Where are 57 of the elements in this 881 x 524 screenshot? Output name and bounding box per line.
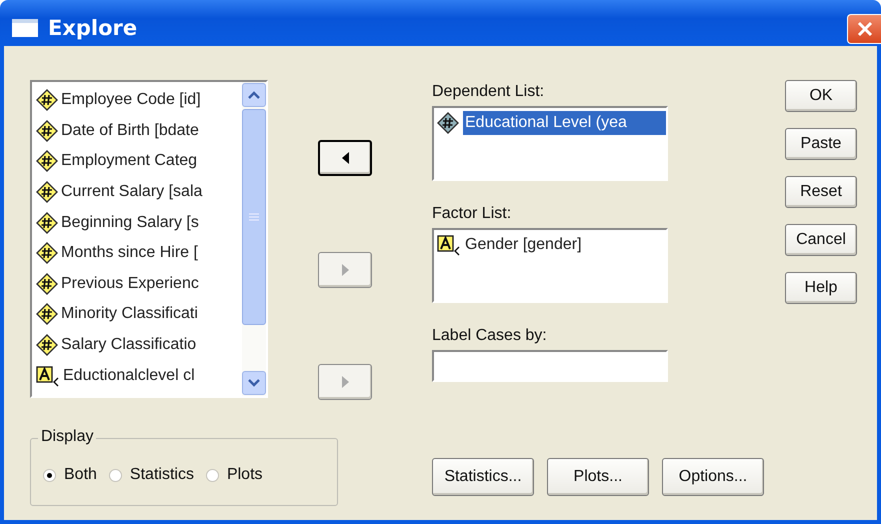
scroll-down-button[interactable] xyxy=(242,371,266,395)
scale-variable-icon xyxy=(36,212,58,234)
target-list[interactable]: Educational Level (yea xyxy=(432,106,668,181)
list-label: Dependent List: xyxy=(432,83,546,102)
variable-item[interactable]: Months since Hire [ xyxy=(36,238,242,269)
variable-item[interactable]: Salary Classificatio xyxy=(36,330,242,360)
nominal-variable-icon xyxy=(437,234,461,256)
list-label: Label Cases by: xyxy=(432,327,548,346)
window-title: Explore xyxy=(48,16,138,40)
dialog-button[interactable]: Statistics... xyxy=(432,458,534,496)
variable-item[interactable]: Minority Classificati xyxy=(36,299,242,330)
window-icon xyxy=(12,19,38,37)
move-arrow-button[interactable] xyxy=(318,140,372,176)
scale-variable-icon xyxy=(36,303,58,326)
right-triangle-icon xyxy=(342,264,348,276)
list-label: Factor List: xyxy=(432,205,512,224)
close-icon xyxy=(856,21,872,37)
scroll-up-button[interactable] xyxy=(242,83,266,107)
dialog-button[interactable]: Paste xyxy=(785,128,857,160)
dialog-button[interactable]: Cancel xyxy=(785,224,857,256)
radio-option[interactable]: Statistics xyxy=(108,466,194,484)
radio-button[interactable] xyxy=(206,468,219,482)
variable-item[interactable]: Beginning Salary [s xyxy=(36,207,242,238)
dialog-button[interactable]: OK xyxy=(785,80,857,112)
scale-variable-icon xyxy=(36,89,58,112)
scale-variable-icon xyxy=(36,150,58,172)
grip-icon xyxy=(249,213,259,221)
left-triangle-icon xyxy=(342,152,348,164)
group-title: Display xyxy=(38,428,96,446)
variable-item[interactable]: Employment Categ xyxy=(36,146,242,177)
dialog-button[interactable]: Help xyxy=(785,272,857,304)
radio-button[interactable] xyxy=(108,468,122,482)
radio-button[interactable] xyxy=(43,468,56,482)
scale-variable-icon xyxy=(437,112,459,134)
radio-option[interactable]: Both xyxy=(43,466,97,484)
nominal-variable-icon xyxy=(36,364,60,387)
scale-variable-icon xyxy=(36,181,58,204)
variable-item[interactable]: Current Salary [sala xyxy=(36,176,242,208)
target-list[interactable]: Gender [gender] xyxy=(432,228,668,303)
dialog-button[interactable]: Options... xyxy=(662,458,764,496)
right-triangle-icon xyxy=(342,376,348,388)
scale-variable-icon xyxy=(36,334,58,356)
scroll-thumb[interactable] xyxy=(242,109,266,325)
scrollbar[interactable] xyxy=(242,82,266,396)
dialog-button[interactable]: Reset xyxy=(785,176,857,208)
close-button[interactable] xyxy=(847,14,881,44)
variable-item[interactable]: Eductionalclevel cl xyxy=(36,360,242,391)
list-item[interactable]: Gender [gender] xyxy=(437,233,666,257)
scale-variable-icon xyxy=(36,272,58,295)
scale-variable-icon xyxy=(36,120,58,142)
variable-item[interactable]: Previous Experienc xyxy=(36,268,242,300)
scale-variable-icon xyxy=(36,242,58,264)
radio-option[interactable]: Plots xyxy=(206,466,263,484)
variable-item[interactable]: Employee Code [id] xyxy=(36,85,242,116)
variable-item[interactable]: Date of Birth [bdate xyxy=(36,116,242,146)
label-cases-field[interactable] xyxy=(432,350,668,382)
dialog-button[interactable]: Plots... xyxy=(547,458,649,496)
